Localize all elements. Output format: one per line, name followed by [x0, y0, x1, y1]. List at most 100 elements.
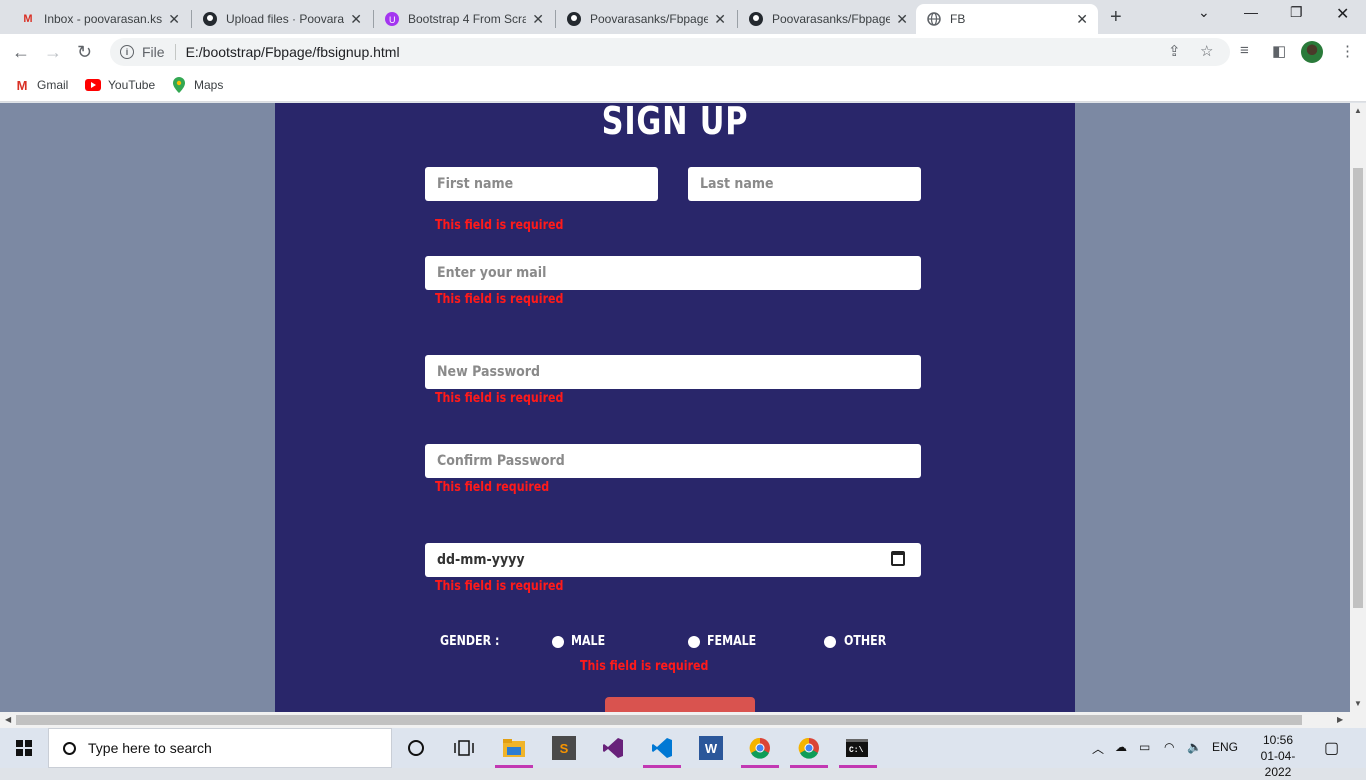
- restore-icon[interactable]: ❐: [1290, 4, 1303, 21]
- browser-tab-strip: M Inbox - poovarasan.ks ✕ Upload files ·…: [0, 0, 1366, 34]
- clock[interactable]: 10:56 01-04-2022: [1250, 732, 1306, 780]
- file-explorer-icon[interactable]: [502, 736, 526, 760]
- page-viewport: SIGN UP First name Last name This field …: [0, 103, 1350, 712]
- task-view-icon[interactable]: [452, 736, 476, 760]
- onedrive-icon[interactable]: ☁: [1115, 740, 1127, 754]
- bookmark-youtube[interactable]: YouTube: [85, 77, 155, 93]
- minimize-icon[interactable]: —: [1244, 4, 1258, 20]
- tab-title: Upload files · Poovara: [226, 12, 344, 26]
- vertical-scroll-thumb[interactable]: [1353, 168, 1363, 608]
- tab-title: Poovarasanks/Fbpage: [772, 12, 890, 26]
- cortana-icon[interactable]: [404, 736, 428, 760]
- tab-upload-files[interactable]: Upload files · Poovara ✕: [192, 4, 372, 34]
- new-tab-icon[interactable]: +: [1110, 6, 1122, 29]
- radio-female[interactable]: [688, 636, 700, 648]
- udemy-icon: U: [384, 11, 400, 27]
- github-icon: [566, 11, 582, 27]
- browser-toolbar: ← → ↻ i File E:/bootstrap/Fbpage/fbsignu…: [0, 34, 1366, 70]
- close-icon[interactable]: ✕: [350, 11, 362, 28]
- close-icon[interactable]: ✕: [532, 11, 544, 28]
- windows-taskbar: Type here to search S W C:\ ︿ ☁ ▭ ◠ 🔈 EN…: [0, 728, 1366, 779]
- scroll-down-icon[interactable]: ▼: [1354, 699, 1362, 708]
- share-icon[interactable]: ⇪: [1168, 42, 1181, 60]
- dob-error: This field is required: [435, 579, 564, 594]
- omnibox-divider: [174, 44, 176, 60]
- chrome-profile-icon[interactable]: [797, 736, 821, 760]
- reload-icon[interactable]: ↻: [77, 42, 92, 63]
- address-bar[interactable]: i File E:/bootstrap/Fbpage/fbsignup.html: [110, 38, 1230, 66]
- tab-title: Poovarasanks/Fbpage: [590, 12, 708, 26]
- chrome-icon[interactable]: [748, 736, 772, 760]
- taskbar-search-box[interactable]: Type here to search: [48, 728, 392, 768]
- notifications-icon[interactable]: ▢: [1324, 738, 1339, 758]
- bookmarks-bar: M Gmail YouTube Maps: [0, 70, 1366, 102]
- tab-title: FB: [950, 12, 966, 26]
- gender-option-other[interactable]: OTHER: [844, 634, 886, 649]
- close-icon[interactable]: ✕: [1076, 11, 1088, 28]
- calendar-icon[interactable]: [891, 551, 905, 566]
- scheme-label: File: [142, 44, 165, 60]
- show-hidden-icons-icon[interactable]: ︿: [1092, 740, 1104, 757]
- gmail-icon: M: [23, 13, 33, 25]
- visual-studio-icon[interactable]: [601, 736, 625, 760]
- search-placeholder: Type here to search: [88, 740, 212, 756]
- last-name-field[interactable]: Last name: [688, 167, 921, 201]
- language-indicator[interactable]: ENG: [1212, 740, 1238, 754]
- side-panel-icon[interactable]: ◧: [1272, 42, 1286, 60]
- close-icon[interactable]: ✕: [168, 11, 180, 28]
- tab-fbpage-2[interactable]: Poovarasanks/Fbpage ✕: [738, 4, 918, 34]
- tab-search-chevron-icon[interactable]: ⌄: [1198, 4, 1210, 21]
- gender-error: This field is required: [580, 659, 709, 674]
- windows-start-icon[interactable]: [16, 740, 32, 756]
- gender-option-male[interactable]: MALE: [571, 634, 605, 649]
- vscode-icon[interactable]: [650, 736, 674, 760]
- email-field[interactable]: Enter your mail: [425, 256, 921, 290]
- reading-list-icon[interactable]: ≡: [1240, 42, 1249, 59]
- gmail-icon: M: [16, 77, 28, 93]
- bookmark-gmail[interactable]: M Gmail: [14, 77, 69, 93]
- sublime-text-icon[interactable]: S: [552, 736, 576, 760]
- radio-other[interactable]: [824, 636, 836, 648]
- volume-icon[interactable]: 🔈: [1187, 740, 1202, 754]
- tab-inbox[interactable]: M Inbox - poovarasan.ks ✕: [10, 4, 190, 34]
- horizontal-scroll-thumb[interactable]: [16, 715, 1302, 725]
- horizontal-scrollbar[interactable]: ◀ ▶: [0, 712, 1366, 728]
- profile-avatar[interactable]: [1301, 41, 1323, 63]
- scroll-up-icon[interactable]: ▲: [1354, 106, 1362, 115]
- battery-icon[interactable]: ▭: [1139, 740, 1150, 754]
- wifi-icon[interactable]: ◠: [1164, 740, 1174, 754]
- back-icon[interactable]: ←: [12, 42, 30, 63]
- new-password-field[interactable]: New Password: [425, 355, 921, 389]
- page-title: SIGN UP: [601, 103, 749, 143]
- vertical-scrollbar[interactable]: ▲ ▼: [1350, 103, 1366, 712]
- info-icon[interactable]: i: [120, 45, 134, 59]
- tab-bootstrap[interactable]: U Bootstrap 4 From Scra ✕: [374, 4, 554, 34]
- forward-icon[interactable]: →: [44, 42, 62, 63]
- first-name-field[interactable]: First name: [425, 167, 658, 201]
- word-icon[interactable]: W: [699, 736, 723, 760]
- tab-fb[interactable]: FB ✕: [916, 4, 1098, 34]
- tab-fbpage-1[interactable]: Poovarasanks/Fbpage ✕: [556, 4, 736, 34]
- date-of-birth-field[interactable]: dd-mm-yyyy: [425, 543, 921, 577]
- radio-male[interactable]: [552, 636, 564, 648]
- star-icon[interactable]: ☆: [1200, 42, 1213, 60]
- svg-text:U: U: [389, 15, 396, 25]
- terminal-icon[interactable]: C:\: [845, 736, 869, 760]
- bookmark-label: YouTube: [108, 78, 156, 92]
- scroll-left-icon[interactable]: ◀: [5, 715, 11, 724]
- close-icon[interactable]: ✕: [714, 11, 726, 28]
- close-icon[interactable]: ✕: [896, 11, 908, 28]
- confirm-password-field[interactable]: Confirm Password: [425, 444, 921, 478]
- url-text[interactable]: E:/bootstrap/Fbpage/fbsignup.html: [186, 44, 400, 60]
- menu-kebab-icon[interactable]: ⋮: [1340, 42, 1355, 60]
- email-error: This field is required: [435, 292, 564, 307]
- gender-option-female[interactable]: FEMALE: [707, 634, 756, 649]
- signup-submit-button[interactable]: [605, 697, 755, 712]
- date-placeholder: dd-mm-yyyy: [437, 552, 525, 568]
- tab-title: Inbox - poovarasan.ks: [44, 12, 162, 26]
- tab-title: Bootstrap 4 From Scra: [408, 12, 526, 26]
- scroll-right-icon[interactable]: ▶: [1337, 715, 1343, 724]
- globe-icon: [926, 11, 942, 27]
- close-window-icon[interactable]: ✕: [1336, 4, 1349, 24]
- bookmark-maps[interactable]: Maps: [171, 77, 223, 93]
